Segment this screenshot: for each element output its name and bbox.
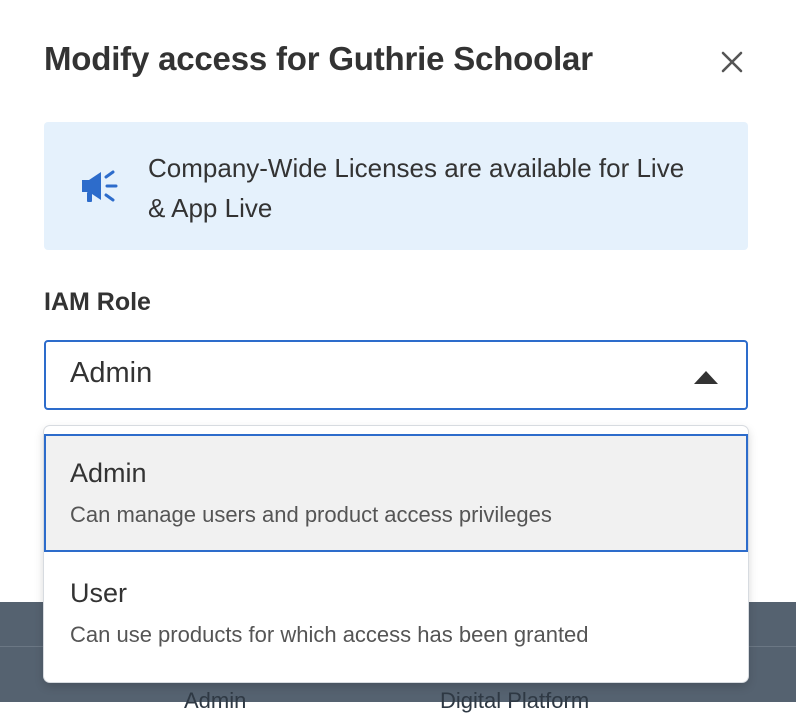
role-option-title: Admin	[70, 458, 147, 488]
background-table-cell: Digital Platform	[440, 688, 590, 713]
background-table-cell: Admin	[184, 688, 247, 713]
iam-role-label: IAM Role	[44, 288, 151, 316]
iam-role-select[interactable]: Admin	[44, 340, 748, 410]
role-option-admin[interactable]: Admin Can manage users and product acces…	[44, 434, 748, 552]
close-icon	[721, 51, 743, 73]
iam-role-selected-value: Admin	[70, 357, 153, 389]
role-option-description: Can use products for which access has be…	[70, 622, 589, 647]
iam-role-dropdown: Admin Can manage users and product acces…	[44, 426, 748, 682]
modal-title: Modify access for Guthrie Schoolar	[44, 40, 593, 77]
megaphone-icon	[78, 166, 122, 206]
role-option-title: User	[70, 578, 128, 608]
banner-message: Company-Wide Licenses are available for …	[148, 153, 685, 223]
caret-up-icon	[694, 371, 718, 384]
role-option-user[interactable]: User Can use products for which access h…	[44, 554, 748, 672]
close-button[interactable]	[716, 46, 748, 78]
license-info-banner: Company-Wide Licenses are available for …	[44, 122, 748, 250]
role-option-description: Can manage users and product access priv…	[70, 502, 552, 527]
